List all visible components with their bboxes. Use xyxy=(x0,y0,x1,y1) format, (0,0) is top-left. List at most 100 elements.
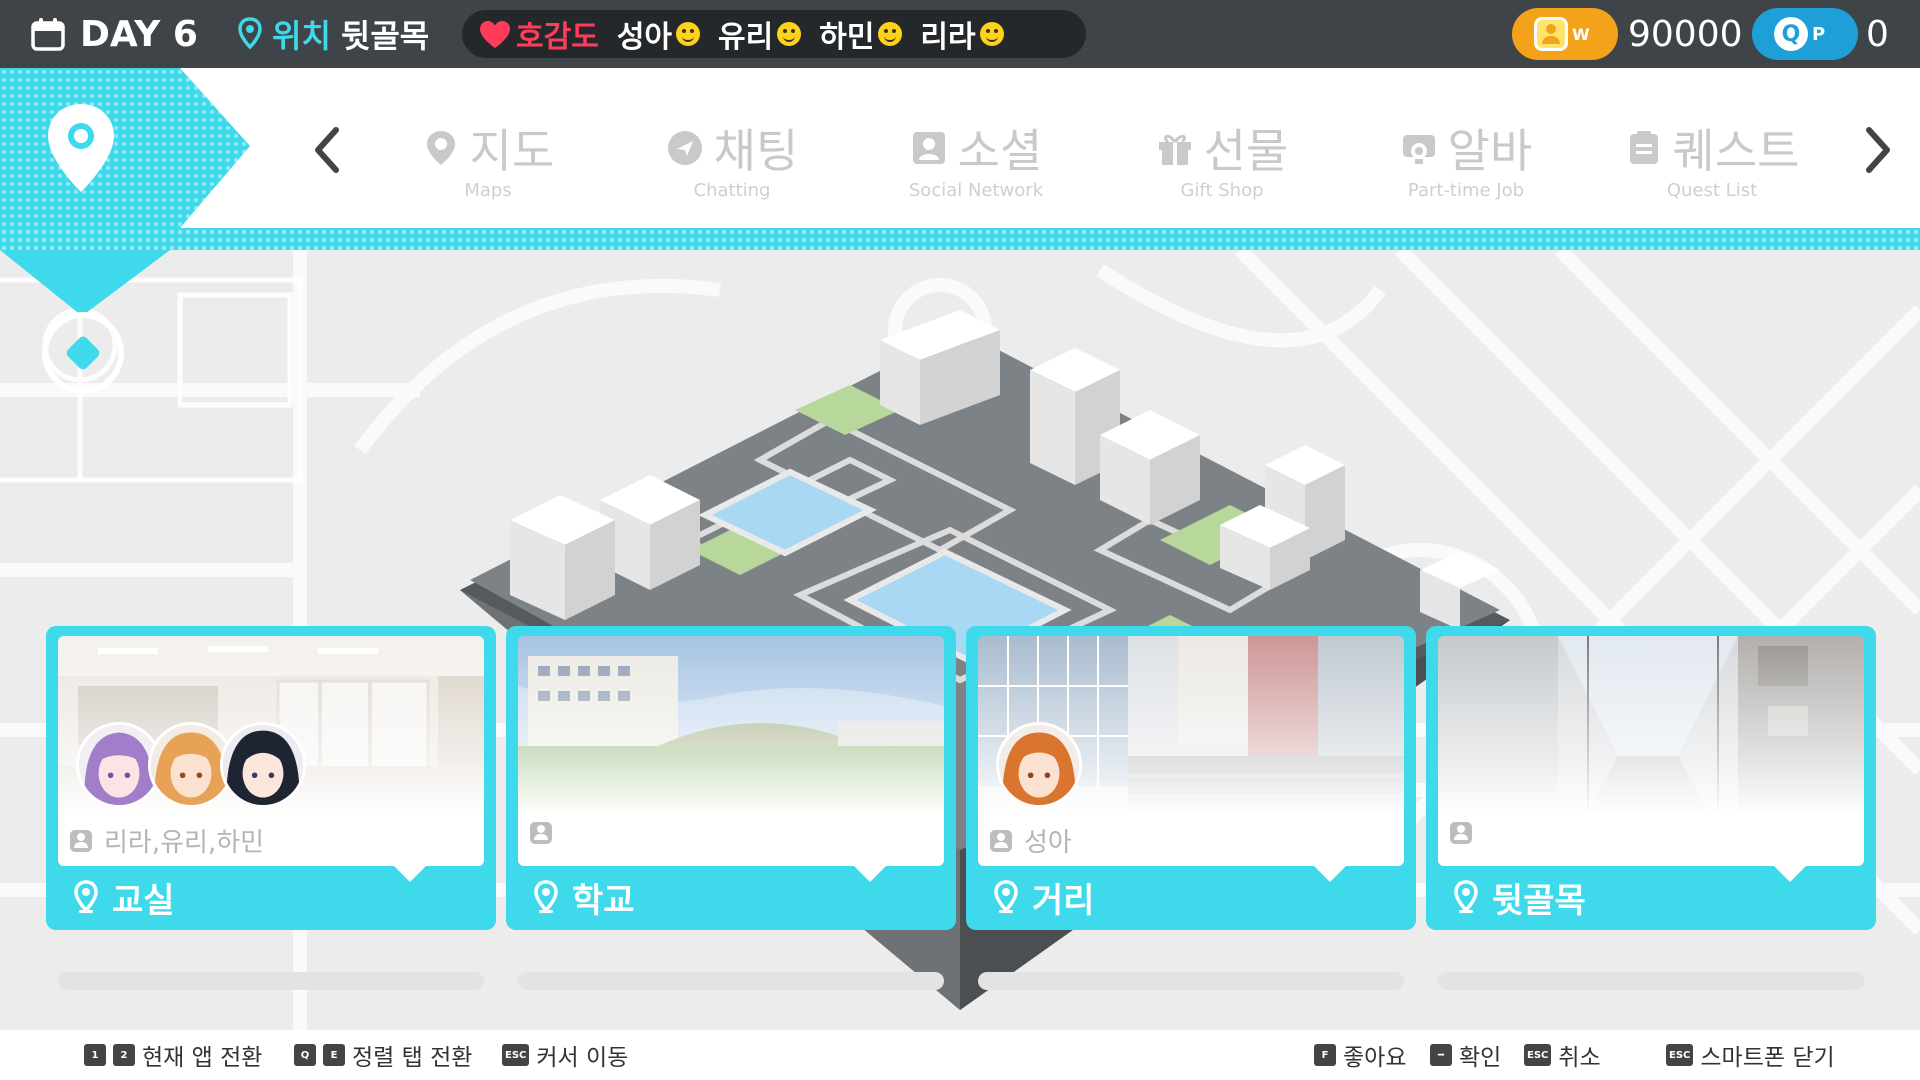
nav-sublabel: Social Network xyxy=(908,180,1044,201)
location-card-street[interactable]: 성아 거리 xyxy=(966,626,1416,930)
hint-switch-app: 1 2 현재 앱 전환 xyxy=(84,1030,262,1080)
gift-icon xyxy=(1158,134,1191,165)
hint-text: 확인 xyxy=(1459,1045,1502,1071)
location-pin-icon xyxy=(534,880,558,913)
affinity-char: 유리 xyxy=(718,12,802,56)
card-shadow-track xyxy=(978,972,1404,990)
smiley-icon xyxy=(878,22,903,46)
smiley-icon xyxy=(777,22,802,46)
location-name-row: 교실 xyxy=(74,874,175,921)
nav-tab-social[interactable]: 소셜 Social Network xyxy=(856,118,1096,208)
avatar-hamin xyxy=(220,722,306,808)
location-name-row: 뒷골목 xyxy=(1454,874,1586,921)
char-name: 성아 xyxy=(616,20,673,55)
money-value: 90000 xyxy=(1628,13,1743,55)
nav-label: 채팅 xyxy=(713,124,799,178)
character-avatars xyxy=(76,722,306,808)
nav-label: 선물 xyxy=(1203,124,1289,178)
day-indicator: DAY 6 xyxy=(30,0,198,68)
char-name: 하민 xyxy=(819,20,875,55)
location-card-back-alley[interactable]: 뒷골목 xyxy=(1426,626,1876,930)
hint-text: 좋아요 xyxy=(1343,1045,1407,1071)
photo-fade-overlay xyxy=(518,636,944,866)
location-pin-icon xyxy=(994,880,1018,913)
key-e: E xyxy=(323,1044,345,1066)
location-name: 거리 xyxy=(1032,880,1095,921)
person-icon xyxy=(530,822,552,844)
chevron-left-icon xyxy=(315,127,339,173)
nav-sublabel: Maps xyxy=(464,180,512,201)
wallet-user-icon xyxy=(1534,17,1568,51)
location-name-row: 학교 xyxy=(534,874,635,921)
status-bar: DAY 6 위치 뒷골목 호감도 성아 유리 하민 리라 W 90000 Q P… xyxy=(0,0,1920,68)
nav-tab-label-row: 지도 xyxy=(368,118,608,178)
hint-text: 스마트폰 닫기 xyxy=(1700,1045,1835,1071)
card-shadow-track xyxy=(518,972,944,990)
person-icon xyxy=(70,829,92,852)
location-card-classroom[interactable]: 리라,유리,하민 교실 xyxy=(46,626,496,930)
nav-tab-maps[interactable]: 지도 Maps xyxy=(368,118,608,208)
chat-icon xyxy=(667,131,702,165)
photo-fade-overlay xyxy=(1438,636,1864,866)
affinity-label: 호감도 xyxy=(516,20,599,55)
location-name: 학교 xyxy=(572,880,635,921)
hint-switch-tab: Q E 정렬 탭 전환 xyxy=(294,1030,472,1080)
character-avatars xyxy=(996,722,1082,808)
job-icon xyxy=(1402,135,1435,164)
nav-tab-gift-shop[interactable]: 선물 Gift Shop xyxy=(1102,118,1342,208)
location-pin-icon xyxy=(74,880,98,913)
card-notch xyxy=(1312,864,1348,882)
nav-sublabel: Chatting xyxy=(693,180,771,201)
char-name: 리라 xyxy=(920,20,976,55)
location-label: 위치 xyxy=(272,17,331,55)
location-pin-icon xyxy=(238,17,262,50)
key-f: F xyxy=(1314,1044,1336,1066)
current-position-marker-icon xyxy=(42,312,124,394)
key-esc: ESC xyxy=(1666,1044,1694,1066)
nav-tab-label-row: 선물 xyxy=(1102,118,1342,178)
qp-p-label: P xyxy=(1812,23,1826,45)
card-notch xyxy=(852,864,888,882)
nav-label: 소셜 xyxy=(957,124,1043,178)
nav-sublabel: Quest List xyxy=(1666,180,1758,201)
hint-text: 취소 xyxy=(1558,1045,1601,1071)
qp-badge: Q P xyxy=(1752,8,1858,60)
affinity-panel: 호감도 성아 유리 하민 리라 xyxy=(462,10,1086,58)
key-2: 2 xyxy=(113,1044,135,1066)
nav-tab-label-row: 소셜 xyxy=(856,118,1096,178)
key-esc: ESC xyxy=(502,1044,530,1066)
hint-confirm: ━ 확인 xyxy=(1430,1030,1501,1080)
card-notch xyxy=(392,864,428,882)
hint-like: F 좋아요 xyxy=(1314,1030,1406,1080)
map-pin-large-icon xyxy=(48,104,114,192)
social-icon xyxy=(912,132,945,164)
person-icon xyxy=(1450,822,1472,844)
hint-text: 현재 앱 전환 xyxy=(142,1045,263,1071)
nav-sublabel: Part-time Job xyxy=(1407,180,1525,201)
nav-tab-quest-list[interactable]: 퀘스트 Quest List xyxy=(1592,118,1832,208)
location-value: 뒷골목 xyxy=(340,17,430,55)
nav-tab-label-row: 알바 xyxy=(1346,118,1586,178)
location-card-school[interactable]: 학교 xyxy=(506,626,956,930)
key-1: 1 xyxy=(84,1044,106,1066)
heart-icon xyxy=(480,21,510,48)
nav-tab-part-time-job[interactable]: 알바 Part-time Job xyxy=(1346,118,1586,208)
hint-text: 정렬 탭 전환 xyxy=(352,1045,473,1071)
affinity-char: 하민 xyxy=(819,12,903,56)
nav-tab-chatting[interactable]: 채팅 Chatting xyxy=(612,118,852,208)
current-location: 위치 뒷골목 xyxy=(238,0,429,68)
characters-text: 성아 xyxy=(1024,828,1072,858)
location-name: 교실 xyxy=(112,880,175,921)
nav-prev-button[interactable] xyxy=(307,120,347,180)
affinity-char: 성아 xyxy=(616,12,701,56)
nav-next-button[interactable] xyxy=(1858,120,1898,180)
nav-label: 지도 xyxy=(469,124,555,178)
nav-tab-label-row: 퀘스트 xyxy=(1592,118,1832,178)
location-name: 뒷골목 xyxy=(1492,880,1586,921)
map-pin-icon xyxy=(426,131,455,165)
quest-icon xyxy=(1629,131,1658,164)
location-photo xyxy=(518,636,944,866)
nav-sublabel: Gift Shop xyxy=(1180,180,1264,201)
affinity-char: 리라 xyxy=(920,12,1004,56)
affinity-header: 호감도 xyxy=(478,12,599,56)
